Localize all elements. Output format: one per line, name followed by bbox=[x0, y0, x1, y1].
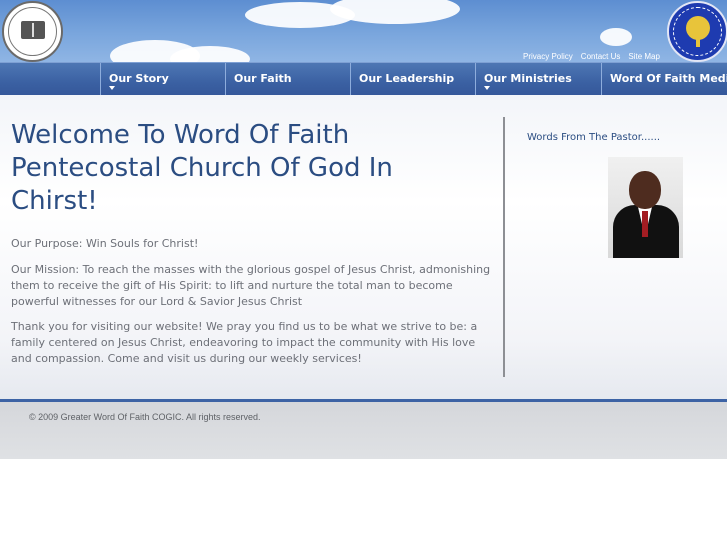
bible-icon bbox=[21, 21, 45, 39]
purpose-text: Our Purpose: Win Souls for Christ! bbox=[11, 237, 199, 250]
welcome-text: Thank you for visiting our website! We p… bbox=[11, 320, 478, 365]
site-header: Privacy Policy Contact Us Site Map bbox=[0, 0, 727, 62]
copyright-text: © 2009 Greater Word Of Faith COGIC. All … bbox=[29, 412, 261, 422]
privacy-policy-link[interactable]: Privacy Policy bbox=[523, 52, 573, 61]
wheat-stem-icon bbox=[696, 37, 700, 47]
page-title: Welcome To Word Of Faith Pentecostal Chu… bbox=[11, 120, 393, 216]
nav-item-word-of-faith-media[interactable]: Word Of Faith Media bbox=[601, 63, 727, 96]
pastor-photo[interactable] bbox=[608, 157, 683, 258]
nav-item-our-story[interactable]: Our Story bbox=[100, 63, 225, 96]
nav-item-label: Our Ministries bbox=[484, 72, 572, 85]
cloud-decoration bbox=[600, 28, 632, 46]
cogic-seal-logo bbox=[667, 1, 727, 62]
column-divider bbox=[503, 117, 505, 377]
nav-item-our-ministries[interactable]: Our Ministries bbox=[475, 63, 601, 96]
contact-us-link[interactable]: Contact Us bbox=[581, 52, 621, 61]
main-nav: Our Story Our Faith Our Leadership Our M… bbox=[0, 62, 727, 96]
nav-item-our-leadership[interactable]: Our Leadership bbox=[350, 63, 475, 96]
caret-down-icon bbox=[109, 86, 115, 90]
site-map-link[interactable]: Site Map bbox=[628, 52, 660, 61]
site-footer: © 2009 Greater Word Of Faith COGIC. All … bbox=[0, 402, 727, 459]
pastor-head bbox=[629, 171, 661, 209]
nav-item-label: Word Of Faith Media bbox=[610, 72, 727, 85]
utility-links: Privacy Policy Contact Us Site Map bbox=[523, 52, 660, 61]
church-seal-logo[interactable] bbox=[2, 1, 63, 62]
nav-item-label: Our Leadership bbox=[359, 72, 455, 85]
nav-item-label: Our Faith bbox=[234, 72, 292, 85]
mission-text: Our Mission: To reach the masses with th… bbox=[11, 263, 491, 308]
nav-item-label: Our Story bbox=[109, 72, 169, 85]
nav-item-our-faith[interactable]: Our Faith bbox=[225, 63, 350, 96]
caret-down-icon bbox=[484, 86, 490, 90]
pastor-tie bbox=[642, 211, 648, 237]
pastor-section-heading[interactable]: Words From The Pastor...... bbox=[527, 132, 660, 143]
